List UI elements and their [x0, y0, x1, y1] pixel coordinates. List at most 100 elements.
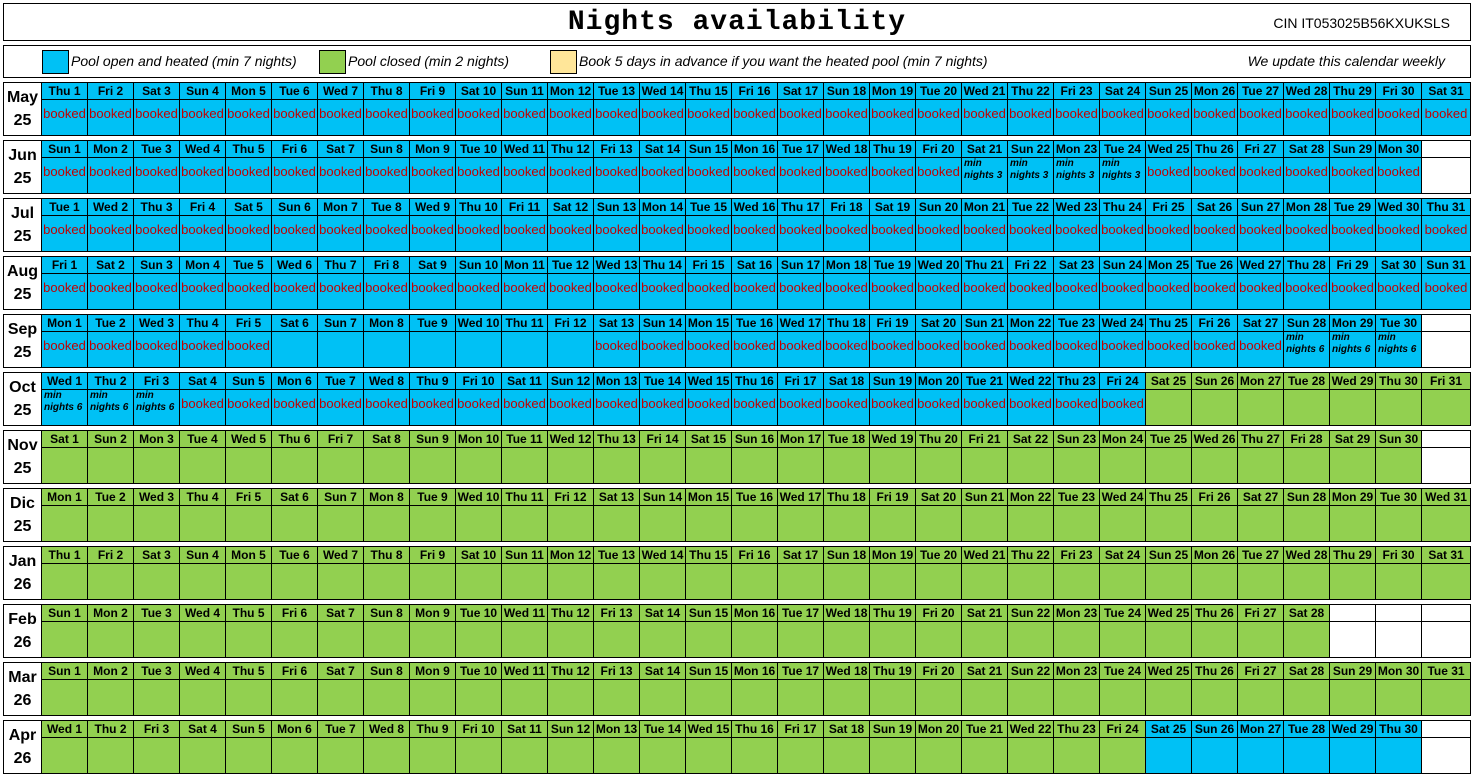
day-cell[interactable]: Wed 20 booked	[915, 257, 961, 309]
day-cell[interactable]: Wed 4	[179, 663, 225, 715]
day-cell[interactable]: Tue 26 booked	[1191, 257, 1237, 309]
day-cell[interactable]: Sun 4	[179, 547, 225, 599]
day-cell[interactable]: Tue 22 booked	[1007, 199, 1053, 251]
day-cell[interactable]: Mon 23	[1053, 663, 1099, 715]
day-cell[interactable]: Thu 17 booked	[777, 199, 823, 251]
day-cell[interactable]: Mon 20	[915, 721, 961, 773]
day-cell[interactable]: Sat 7	[317, 605, 363, 657]
day-cell[interactable]: Tue 3 booked	[133, 141, 179, 193]
day-cell[interactable]: Fri 14	[639, 431, 685, 483]
day-cell[interactable]: Tue 19 booked	[869, 257, 915, 309]
day-cell[interactable]: Sun 5 booked	[225, 373, 271, 425]
day-cell[interactable]: Fri 12	[547, 489, 593, 541]
day-cell[interactable]: Fri 6 booked	[271, 141, 317, 193]
day-cell[interactable]: Tue 16 booked	[731, 315, 777, 367]
day-cell[interactable]: Thu 18 booked	[823, 315, 869, 367]
day-cell[interactable]: Thu 25 booked	[1145, 315, 1191, 367]
day-cell[interactable]: Sun 15	[685, 605, 731, 657]
day-cell[interactable]: Sun 15 booked	[685, 141, 731, 193]
day-cell[interactable]: Wed 5	[225, 431, 271, 483]
day-cell[interactable]: Tue 20	[915, 547, 961, 599]
day-cell[interactable]: Fri 20	[915, 605, 961, 657]
day-cell[interactable]: Thu 5	[225, 663, 271, 715]
day-cell[interactable]: Wed 4 booked	[179, 141, 225, 193]
day-cell[interactable]: Mon 30	[1375, 663, 1421, 715]
day-cell[interactable]: Mon 18 booked	[823, 257, 869, 309]
day-cell[interactable]: Thu 10 booked	[455, 199, 501, 251]
day-cell[interactable]: Tue 31	[1421, 663, 1470, 715]
day-cell[interactable]: Fri 11 booked	[501, 199, 547, 251]
day-cell[interactable]: Tue 23	[1053, 489, 1099, 541]
day-cell[interactable]: Sun 22	[1007, 663, 1053, 715]
day-cell[interactable]: Thu 26	[1191, 663, 1237, 715]
day-cell[interactable]: Mon 14 booked	[639, 199, 685, 251]
day-cell[interactable]: Sat 19 booked	[869, 199, 915, 251]
day-cell[interactable]: Fri 27	[1237, 663, 1283, 715]
day-cell[interactable]: Sat 25	[1145, 721, 1191, 773]
day-cell[interactable]: Tue 7	[317, 721, 363, 773]
day-cell[interactable]: Sun 27 booked	[1237, 199, 1283, 251]
day-cell[interactable]: Tue 13	[593, 547, 639, 599]
day-cell[interactable]: Fri 13	[593, 605, 639, 657]
day-cell[interactable]: Thu 9 booked	[409, 373, 455, 425]
day-cell[interactable]: Fri 5	[225, 489, 271, 541]
day-cell[interactable]: Tue 8 booked	[363, 199, 409, 251]
day-cell[interactable]: Fri 30 booked	[1375, 83, 1421, 135]
day-cell[interactable]: Mon 11 booked	[501, 257, 547, 309]
day-cell[interactable]: Sun 5	[225, 721, 271, 773]
day-cell[interactable]: Mon 16	[731, 663, 777, 715]
day-cell[interactable]: Fri 12	[547, 315, 593, 367]
day-cell[interactable]: Wed 18	[823, 663, 869, 715]
day-cell[interactable]: Tue 29 booked	[1329, 199, 1375, 251]
day-cell[interactable]: Sun 16	[731, 431, 777, 483]
day-cell[interactable]: Wed 21	[961, 547, 1007, 599]
day-cell[interactable]: Mon 29	[1329, 489, 1375, 541]
day-cell[interactable]: Mon 1	[41, 489, 87, 541]
day-cell[interactable]: Sat 7	[317, 663, 363, 715]
day-cell[interactable]: Fri 2	[87, 547, 133, 599]
day-cell[interactable]: Sun 12	[547, 721, 593, 773]
day-cell[interactable]: Thu 25	[1145, 489, 1191, 541]
day-cell[interactable]: Mon 5	[225, 547, 271, 599]
day-cell[interactable]: Sun 17 booked	[777, 257, 823, 309]
day-cell[interactable]: Sun 3 booked	[133, 257, 179, 309]
day-cell[interactable]: Mon 24	[1099, 431, 1145, 483]
day-cell[interactable]: Sat 17 booked	[777, 83, 823, 135]
day-cell[interactable]: Sun 18	[823, 547, 869, 599]
day-cell[interactable]: Tue 21 booked	[961, 373, 1007, 425]
day-cell[interactable]: Thu 19 booked	[869, 141, 915, 193]
day-cell[interactable]: Sat 2 booked	[87, 257, 133, 309]
day-cell[interactable]: Mon 5 booked	[225, 83, 271, 135]
day-cell[interactable]: Tue 13 booked	[593, 83, 639, 135]
day-cell[interactable]: Tue 17	[777, 663, 823, 715]
day-cell[interactable]: Mon 2	[87, 663, 133, 715]
day-cell[interactable]: Tue 2 booked	[87, 315, 133, 367]
day-cell[interactable]: Wed 31	[1421, 489, 1470, 541]
day-cell[interactable]: Fri 22 booked	[1007, 257, 1053, 309]
day-cell[interactable]: Sat 14	[639, 605, 685, 657]
day-cell[interactable]: Sat 22	[1007, 431, 1053, 483]
day-cell[interactable]: Mon 8	[363, 315, 409, 367]
day-cell[interactable]: Fri 24 booked	[1099, 373, 1145, 425]
day-cell[interactable]: Sun 2	[87, 431, 133, 483]
day-cell[interactable]: Fri 20 booked	[915, 141, 961, 193]
day-cell[interactable]: Thu 8	[363, 547, 409, 599]
day-cell[interactable]: Sat 17	[777, 547, 823, 599]
day-cell[interactable]: Tue 2	[87, 489, 133, 541]
day-cell[interactable]: Thu 23	[1053, 721, 1099, 773]
day-cell[interactable]: Sun 14 booked	[639, 315, 685, 367]
day-cell[interactable]: Sat 14 booked	[639, 141, 685, 193]
day-cell[interactable]: Mon 15 booked	[685, 315, 731, 367]
day-cell[interactable]: Fri 16	[731, 547, 777, 599]
day-cell[interactable]: Wed 3 booked	[133, 315, 179, 367]
day-cell[interactable]: Mon 21 booked	[961, 199, 1007, 251]
day-cell[interactable]: Sat 1	[41, 431, 87, 483]
day-cell[interactable]: Tue 10	[455, 605, 501, 657]
day-cell[interactable]: Sun 4 booked	[179, 83, 225, 135]
day-cell[interactable]: Thu 27	[1237, 431, 1283, 483]
day-cell[interactable]: Sat 12 booked	[547, 199, 593, 251]
day-cell[interactable]: Sat 23 booked	[1053, 257, 1099, 309]
day-cell[interactable]: Tue 28	[1283, 721, 1329, 773]
day-cell[interactable]: Thu 24 booked	[1099, 199, 1145, 251]
day-cell[interactable]: Sun 29 booked	[1329, 141, 1375, 193]
